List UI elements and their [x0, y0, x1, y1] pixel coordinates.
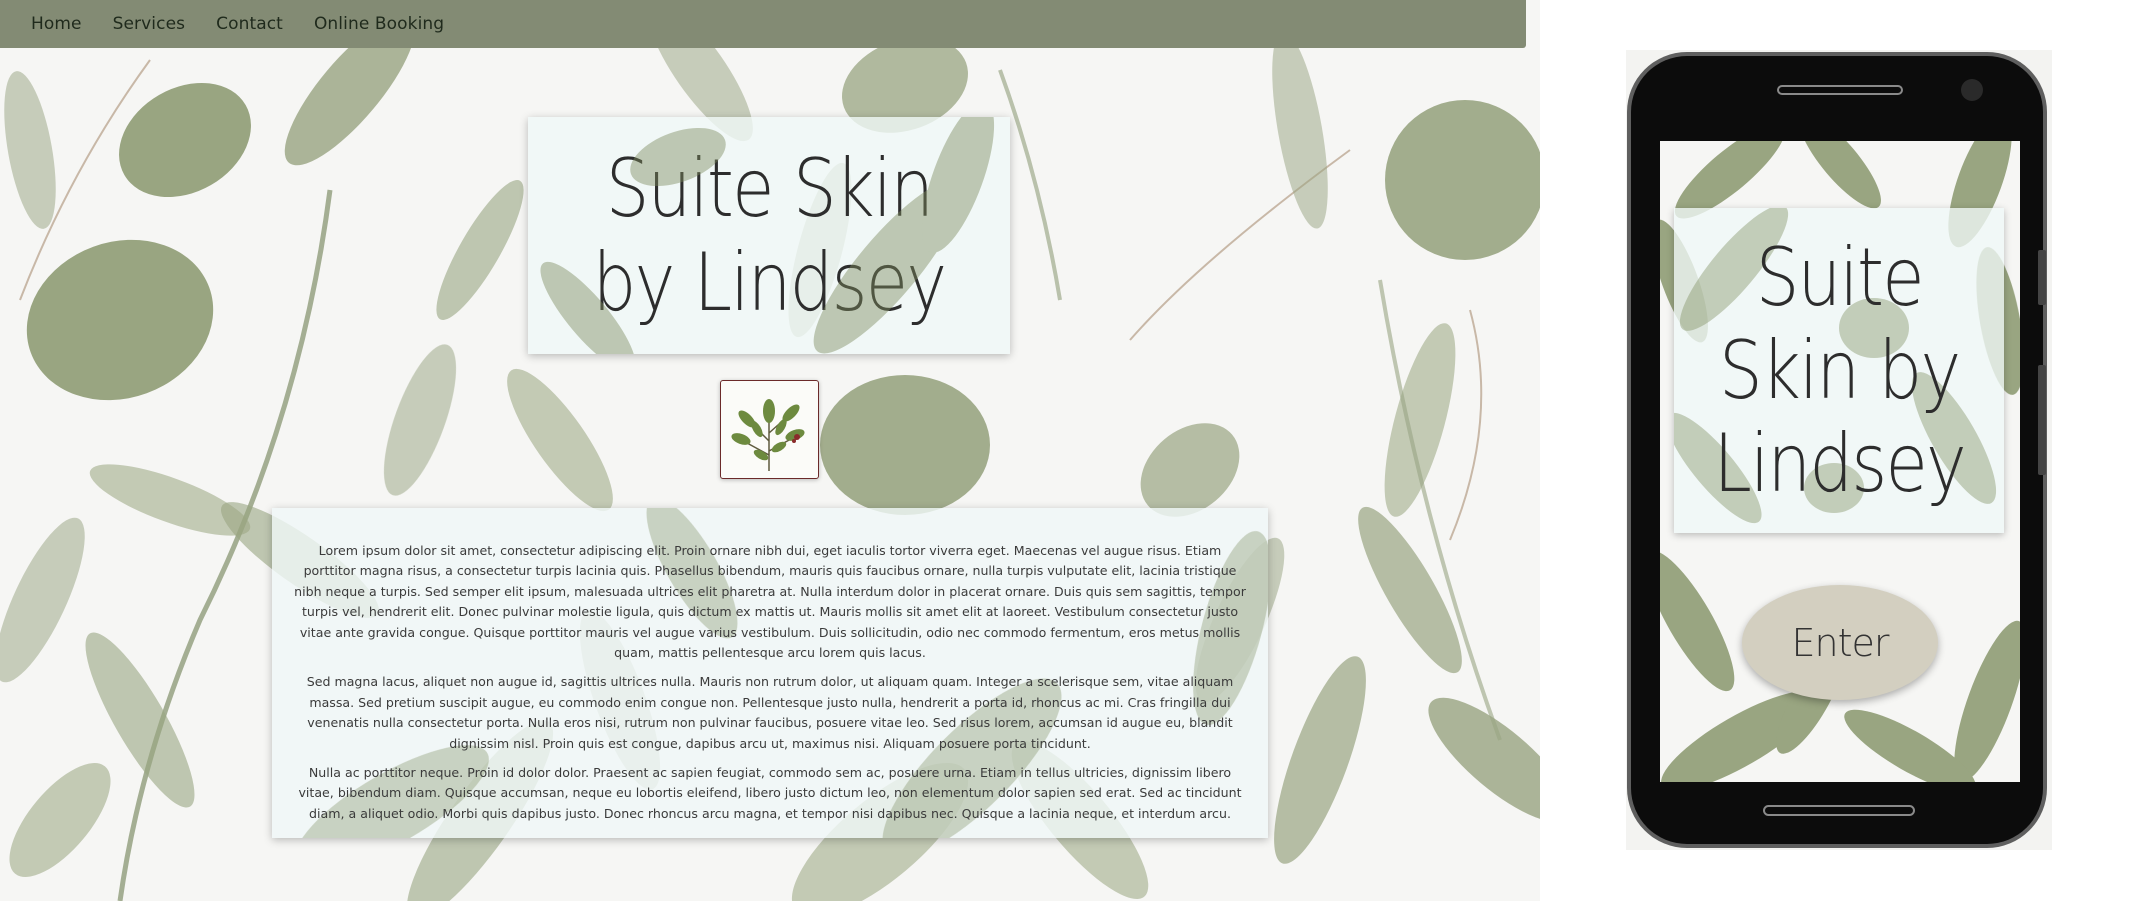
content-paragraph: Nulla ac porttitor neque. Proin id dolor…	[298, 765, 1242, 821]
nav-contact[interactable]: Contact	[216, 14, 283, 34]
desktop-page: Home Services Contact Online Booking Sui…	[0, 0, 1540, 901]
mobile-title: Suite Skin by Lindsey	[1713, 231, 1966, 510]
nav-home[interactable]: Home	[31, 14, 82, 34]
botanical-emblem	[720, 380, 819, 479]
content-paragraph: Lorem ipsum dolor sit amet, consectetur …	[294, 543, 1246, 661]
phone-screen: Suite Skin by Lindsey Enter	[1660, 141, 2020, 782]
phone-mockup: Suite Skin by Lindsey Enter	[1626, 50, 2052, 850]
content-card: Lorem ipsum dolor sit amet, consectetur …	[272, 508, 1268, 838]
top-navbar: Home Services Contact Online Booking	[0, 0, 1526, 48]
nav-services[interactable]: Services	[113, 14, 186, 34]
hero-title-card: Suite Skin by Lindsey	[528, 117, 1010, 354]
botanical-sprig-icon	[731, 399, 805, 471]
content-paragraph: Sed magna lacus, aliquet non augue id, s…	[306, 674, 1234, 751]
leaf-overlay	[540, 117, 995, 354]
nav-online-booking[interactable]: Online Booking	[314, 14, 444, 34]
enter-button[interactable]: Enter	[1742, 585, 1938, 700]
mobile-title-card: Suite Skin by Lindsey	[1674, 208, 2004, 533]
